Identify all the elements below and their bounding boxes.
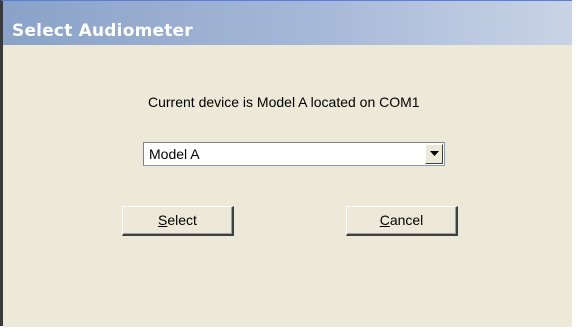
- select-button-label: elect: [167, 212, 197, 228]
- cancel-button-mnemonic: C: [379, 212, 390, 228]
- window-title: Select Audiometer: [12, 21, 193, 41]
- cancel-button-label: ancel: [389, 212, 424, 228]
- dialog-body: Current device is Model A located on COM…: [3, 45, 572, 327]
- select-audiometer-dialog: Select Audiometer Current device is Mode…: [0, 0, 572, 327]
- device-select-dropdown-button[interactable]: [425, 144, 443, 164]
- device-select[interactable]: Model A: [143, 142, 445, 166]
- select-button-mnemonic: S: [158, 212, 168, 228]
- select-button[interactable]: Select: [122, 206, 234, 236]
- current-device-message: Current device is Model A located on COM…: [148, 94, 420, 110]
- chevron-down-icon: [430, 151, 439, 156]
- device-select-value: Model A: [149, 146, 200, 162]
- title-bar[interactable]: Select Audiometer: [3, 1, 572, 45]
- cancel-button[interactable]: Cancel: [346, 206, 458, 236]
